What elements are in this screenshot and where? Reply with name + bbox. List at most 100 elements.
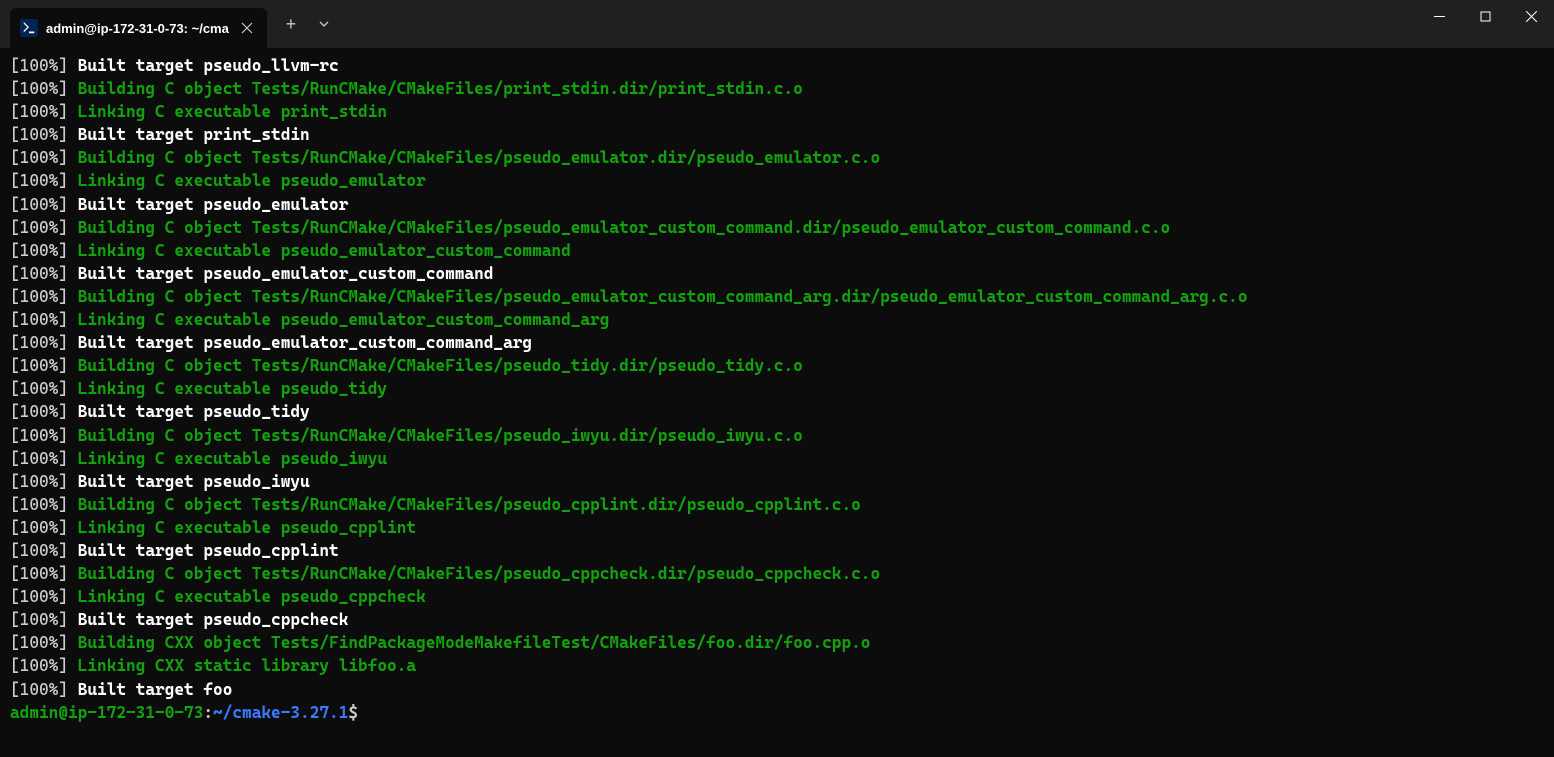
window-controls (1416, 0, 1554, 48)
output-line: [100%] Linking CXX static library libfoo… (10, 654, 1544, 677)
titlebar: admin@ip-172-31-0-73: ~/cma + (0, 0, 1554, 48)
close-window-button[interactable] (1508, 0, 1554, 32)
tab-title: admin@ip-172-31-0-73: ~/cma (46, 21, 229, 36)
progress-percent: [100%] (10, 518, 68, 537)
progress-percent: [100%] (10, 587, 68, 606)
tab-close-button[interactable] (237, 18, 257, 38)
output-line: [100%] Building C object Tests/RunCMake/… (10, 285, 1544, 308)
progress-percent: [100%] (10, 310, 68, 329)
output-text: Linking C executable pseudo_tidy (68, 379, 387, 398)
output-line: [100%] Built target pseudo_cpplint (10, 539, 1544, 562)
output-text: Linking C executable pseudo_emulator_cus… (68, 241, 571, 260)
output-line: [100%] Built target pseudo_tidy (10, 400, 1544, 423)
progress-percent: [100%] (10, 449, 68, 468)
titlebar-left: admin@ip-172-31-0-73: ~/cma + (0, 0, 339, 48)
output-text: Linking C executable pseudo_cppcheck (68, 587, 426, 606)
output-line: [100%] Building C object Tests/RunCMake/… (10, 77, 1544, 100)
progress-percent: [100%] (10, 102, 68, 121)
output-line: [100%] Building C object Tests/RunCMake/… (10, 493, 1544, 516)
progress-percent: [100%] (10, 195, 68, 214)
progress-percent: [100%] (10, 218, 68, 237)
output-text: Linking C executable pseudo_cpplint (68, 518, 416, 537)
progress-percent: [100%] (10, 564, 68, 583)
output-line: [100%] Built target print_stdin (10, 123, 1544, 146)
progress-percent: [100%] (10, 633, 68, 652)
output-text: Linking C executable print_stdin (68, 102, 387, 121)
output-text: Built target pseudo_llvm-rc (68, 56, 339, 75)
output-text: Building C object Tests/RunCMake/CMakeFi… (68, 495, 861, 514)
output-text: Building C object Tests/RunCMake/CMakeFi… (68, 426, 803, 445)
progress-percent: [100%] (10, 426, 68, 445)
output-text: Built target pseudo_emulator_custom_comm… (68, 333, 532, 352)
output-text: Built target pseudo_iwyu (68, 472, 310, 491)
output-text: Building C object Tests/RunCMake/CMakeFi… (68, 218, 1170, 237)
progress-percent: [100%] (10, 148, 68, 167)
output-text: Built target pseudo_cpplint (68, 541, 339, 560)
progress-percent: [100%] (10, 472, 68, 491)
output-line: [100%] Built target pseudo_llvm-rc (10, 54, 1544, 77)
progress-percent: [100%] (10, 125, 68, 144)
output-text: Building C object Tests/RunCMake/CMakeFi… (68, 564, 880, 583)
output-text: Linking C executable pseudo_iwyu (68, 449, 387, 468)
progress-percent: [100%] (10, 56, 68, 75)
output-line: [100%] Linking C executable pseudo_emula… (10, 239, 1544, 262)
output-line: [100%] Linking C executable print_stdin (10, 100, 1544, 123)
output-line: [100%] Linking C executable pseudo_emula… (10, 308, 1544, 331)
progress-percent: [100%] (10, 656, 68, 675)
output-line: [100%] Linking C executable pseudo_tidy (10, 377, 1544, 400)
output-text: Linking CXX static library libfoo.a (68, 656, 416, 675)
output-line: [100%] Built target pseudo_cppcheck (10, 608, 1544, 631)
prompt-colon: : (203, 703, 213, 722)
progress-percent: [100%] (10, 287, 68, 306)
output-text: Built target print_stdin (68, 125, 310, 144)
progress-percent: [100%] (10, 379, 68, 398)
output-line: [100%] Built target pseudo_emulator_cust… (10, 262, 1544, 285)
output-text: Building C object Tests/RunCMake/CMakeFi… (68, 148, 880, 167)
progress-percent: [100%] (10, 610, 68, 629)
output-text: Linking C executable pseudo_emulator (68, 171, 426, 190)
output-line: [100%] Linking C executable pseudo_emula… (10, 169, 1544, 192)
prompt-dollar: $ (348, 703, 358, 722)
output-line: [100%] Building C object Tests/RunCMake/… (10, 562, 1544, 585)
prompt-line[interactable]: admin@ip-172-31-0-73:~/cmake-3.27.1$ (10, 701, 1544, 724)
output-line: [100%] Built target pseudo_iwyu (10, 470, 1544, 493)
output-text: Building C object Tests/RunCMake/CMakeFi… (68, 356, 803, 375)
output-text: Built target foo (68, 680, 232, 699)
output-line: [100%] Building C object Tests/RunCMake/… (10, 146, 1544, 169)
prompt-user: admin@ip-172-31-0-73 (10, 703, 203, 722)
prompt-path: ~/cmake-3.27.1 (213, 703, 348, 722)
output-line: [100%] Building CXX object Tests/FindPac… (10, 631, 1544, 654)
output-line: [100%] Building C object Tests/RunCMake/… (10, 424, 1544, 447)
output-line: [100%] Building C object Tests/RunCMake/… (10, 216, 1544, 239)
output-text: Building CXX object Tests/FindPackageMod… (68, 633, 870, 652)
maximize-button[interactable] (1462, 0, 1508, 32)
powershell-icon (20, 19, 38, 37)
progress-percent: [100%] (10, 79, 68, 98)
progress-percent: [100%] (10, 333, 68, 352)
output-text: Linking C executable pseudo_emulator_cus… (68, 310, 609, 329)
progress-percent: [100%] (10, 680, 68, 699)
progress-percent: [100%] (10, 241, 68, 260)
terminal-tab[interactable]: admin@ip-172-31-0-73: ~/cma (10, 8, 267, 48)
output-text: Built target pseudo_emulator_custom_comm… (68, 264, 493, 283)
minimize-button[interactable] (1416, 0, 1462, 32)
output-text: Built target pseudo_emulator (68, 195, 348, 214)
output-text: Built target pseudo_tidy (68, 402, 310, 421)
output-line: [100%] Building C object Tests/RunCMake/… (10, 354, 1544, 377)
output-line: [100%] Linking C executable pseudo_iwyu (10, 447, 1544, 470)
output-line: [100%] Built target pseudo_emulator (10, 193, 1544, 216)
progress-percent: [100%] (10, 541, 68, 560)
progress-percent: [100%] (10, 495, 68, 514)
output-text: Built target pseudo_cppcheck (68, 610, 348, 629)
tab-dropdown-button[interactable] (309, 6, 339, 42)
output-line: [100%] Built target pseudo_emulator_cust… (10, 331, 1544, 354)
progress-percent: [100%] (10, 356, 68, 375)
new-tab-button[interactable]: + (273, 6, 309, 42)
output-text: Building C object Tests/RunCMake/CMakeFi… (68, 79, 803, 98)
output-line: [100%] Linking C executable pseudo_cppli… (10, 516, 1544, 539)
output-text: Building C object Tests/RunCMake/CMakeFi… (68, 287, 1248, 306)
progress-percent: [100%] (10, 264, 68, 283)
terminal-output[interactable]: [100%] Built target pseudo_llvm-rc[100%]… (0, 48, 1554, 730)
output-line: [100%] Built target foo (10, 678, 1544, 701)
progress-percent: [100%] (10, 171, 68, 190)
